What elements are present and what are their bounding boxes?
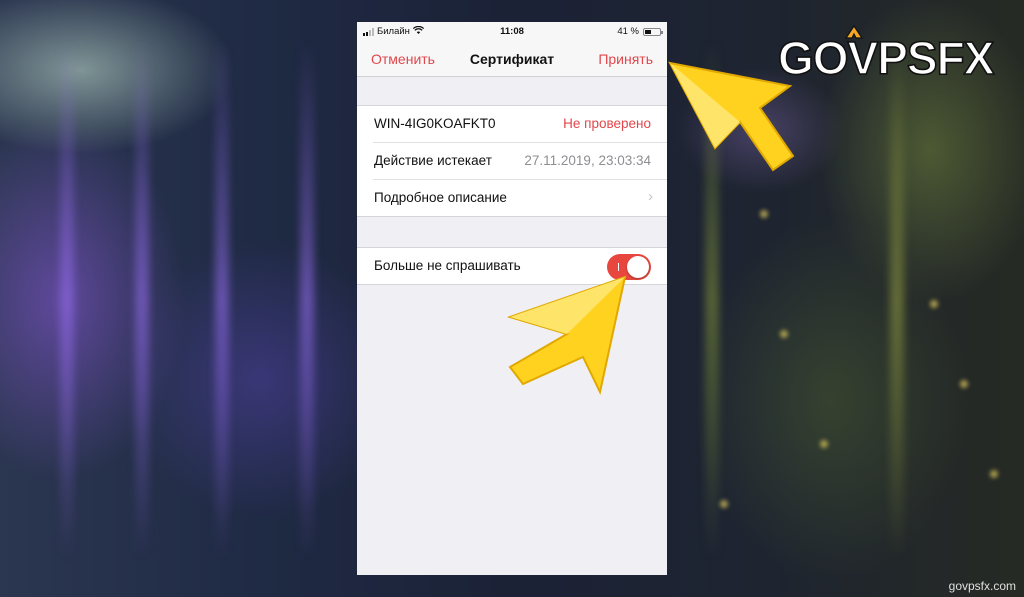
navigation-bar: Отменить Сертификат Принять bbox=[357, 42, 667, 77]
details-row[interactable]: Подробное описание › bbox=[373, 180, 667, 216]
accept-button[interactable]: Принять bbox=[598, 51, 653, 67]
expiry-row: Действие истекает 27.11.2019, 23:03:34 bbox=[373, 143, 667, 180]
watermark: govpsfx.com bbox=[948, 579, 1016, 593]
expiry-label: Действие истекает bbox=[374, 153, 492, 168]
verification-status: Не проверено bbox=[563, 116, 651, 131]
logo-icon: GOVPSFX bbox=[778, 24, 997, 80]
details-label: Подробное описание bbox=[374, 190, 507, 205]
certificate-host-row: WIN-4IG0KOAFKT0 Не проверено bbox=[373, 106, 667, 143]
arrow-pointer-icon bbox=[506, 275, 627, 396]
certificate-host: WIN-4IG0KOAFKT0 bbox=[374, 116, 496, 131]
brand-logo: GOVPSFX bbox=[778, 24, 1014, 80]
battery-percent: 41 % bbox=[617, 26, 639, 37]
chevron-right-icon: › bbox=[648, 188, 653, 205]
status-bar: Билайн 11:08 41 % bbox=[357, 22, 667, 42]
battery-icon bbox=[643, 27, 663, 36]
logo-text: GOVPSFX bbox=[778, 32, 995, 80]
expiry-value: 27.11.2019, 23:03:34 bbox=[524, 153, 651, 168]
certificate-info-group: WIN-4IG0KOAFKT0 Не проверено Действие ис… bbox=[357, 105, 667, 217]
dont-ask-label: Больше не спрашивать bbox=[374, 258, 521, 273]
